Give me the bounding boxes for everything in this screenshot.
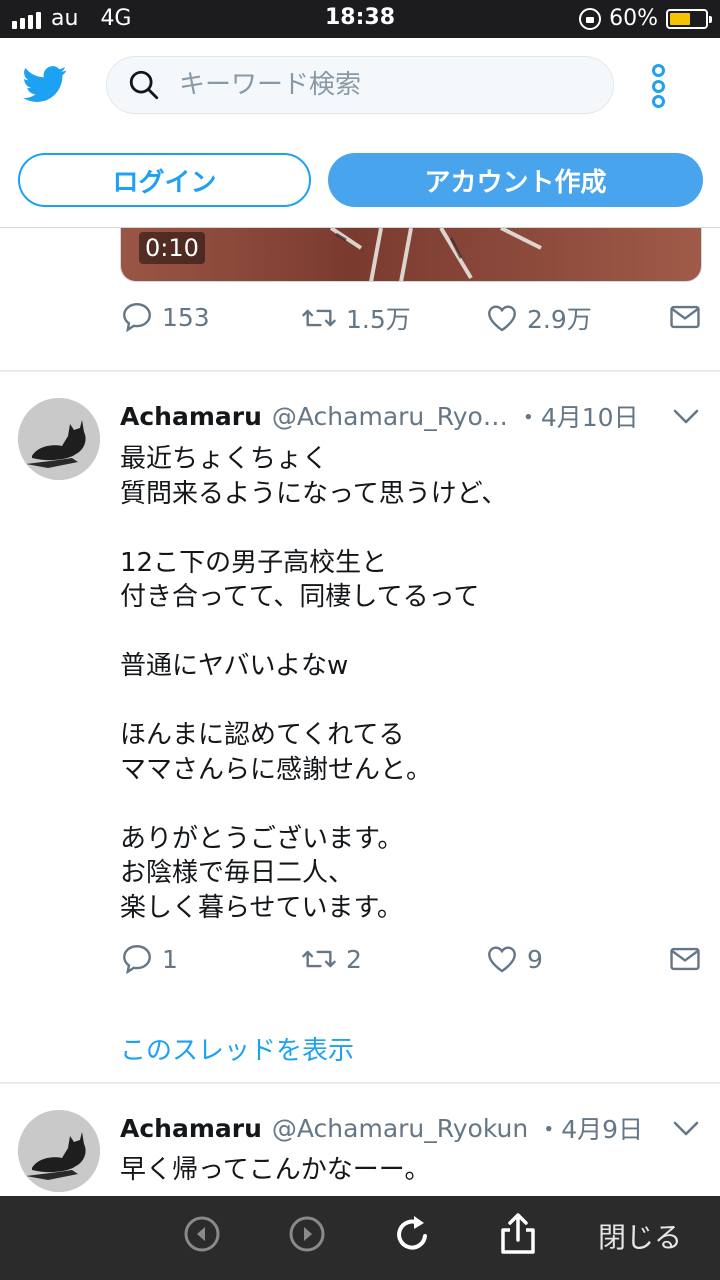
search-icon	[129, 70, 159, 100]
reply-button[interactable]: 1	[120, 942, 178, 976]
black-cat-avatar	[18, 1110, 100, 1192]
browser-bottom-bar: 閉じる	[0, 1196, 720, 1280]
tweet-line: 12こ下の男子高校生と	[120, 547, 388, 578]
tweet-header: Achamaru @Achamaru_Ryo… ・4月10日	[120, 398, 680, 434]
avatar[interactable]	[18, 398, 100, 480]
retweet-icon	[302, 950, 336, 968]
prev-tweet-actions: 153 1.5万 2.9万	[120, 300, 705, 340]
reply-count: 153	[162, 302, 210, 332]
retweet-button[interactable]: 1.5万	[300, 300, 411, 336]
author-handle[interactable]: @Achamaru_Ryo…	[272, 402, 508, 431]
more-options-icon[interactable]	[648, 64, 668, 108]
battery-percent: 60%	[609, 6, 658, 31]
heart-icon	[488, 946, 516, 973]
tweet-divider	[0, 370, 720, 372]
author-name[interactable]: Achamaru	[120, 402, 262, 431]
retweet-count: 2	[346, 944, 362, 974]
login-button[interactable]: ログイン	[18, 153, 311, 207]
envelope-icon	[670, 305, 700, 329]
tweet-line: 早く帰ってこんかなーー。	[120, 1155, 431, 1185]
tweet-line: ありがとうございます。	[120, 823, 404, 854]
search-box[interactable]	[106, 56, 614, 114]
top-header: ログイン アカウント作成	[0, 38, 720, 228]
share-dm-button[interactable]	[668, 942, 702, 976]
reply-button[interactable]: 153	[120, 300, 210, 334]
tweet-line: ほんまに認めてくれてる	[120, 720, 405, 750]
tweet-line	[120, 511, 680, 546]
chevron-down-icon[interactable]	[672, 1120, 700, 1138]
avatar[interactable]	[18, 1110, 100, 1192]
video-frame	[329, 228, 542, 281]
tweet-line: 質問来るようになって思うけど、	[120, 478, 508, 509]
retweet-count: 1.5万	[346, 305, 411, 334]
battery-icon	[666, 8, 712, 29]
back-icon[interactable]	[182, 1214, 222, 1254]
search-input[interactable]	[179, 70, 579, 100]
author-name[interactable]: Achamaru	[120, 1114, 262, 1143]
tweet-line: 普通にヤバいよなw	[120, 651, 349, 681]
tweet-divider	[0, 1082, 720, 1084]
heart-icon	[488, 305, 516, 332]
black-cat-avatar	[18, 398, 100, 480]
tweet-line: 楽しく暮らせています。	[120, 892, 403, 923]
retweet-icon	[302, 309, 336, 327]
show-thread-link[interactable]: このスレッドを表示	[120, 1030, 354, 1067]
like-button[interactable]: 2.9万	[485, 300, 592, 336]
envelope-icon	[670, 947, 700, 971]
chevron-down-icon[interactable]	[672, 408, 700, 426]
signup-button[interactable]: アカウント作成	[328, 153, 703, 207]
forward-icon[interactable]	[287, 1214, 327, 1254]
reply-count: 1	[162, 944, 178, 974]
tweet-text: 最近ちょくちょく 質問来るようになって思うけど、 12こ下の男子高校生と 付き合…	[120, 442, 680, 925]
like-count: 9	[527, 944, 543, 974]
reply-icon	[123, 945, 151, 975]
tweet-actions: 1 2 9	[120, 942, 705, 982]
like-count: 2.9万	[527, 305, 592, 334]
share-icon[interactable]	[498, 1212, 538, 1256]
tweet-line: ママさんらに感謝せんと。	[120, 754, 433, 785]
tweet-line	[120, 615, 680, 650]
video-duration: 0:10	[139, 232, 205, 264]
orientation-lock-icon	[579, 7, 602, 30]
tweet-header: Achamaru @Achamaru_Ryokun ・4月9日	[120, 1110, 680, 1146]
share-dm-button[interactable]	[668, 300, 702, 334]
status-bar: au 4G 18:38 60%	[0, 0, 720, 38]
author-handle[interactable]: @Achamaru_Ryokun	[272, 1114, 528, 1143]
retweet-button[interactable]: 2	[300, 942, 362, 976]
tweet-line: 最近ちょくちょく	[120, 444, 329, 474]
reload-icon[interactable]	[392, 1212, 434, 1256]
tweet-text: 早く帰ってこんかなーー。	[120, 1153, 680, 1188]
tweet-date[interactable]: ・4月9日	[536, 1110, 643, 1146]
reply-icon	[123, 303, 151, 333]
tweet-line	[120, 684, 680, 719]
status-right: 60%	[579, 6, 712, 31]
twitter-bird-icon[interactable]	[20, 62, 70, 106]
video-thumbnail[interactable]: 0:10	[120, 228, 702, 282]
tweet-line: お陰様で毎日二人、	[120, 858, 355, 888]
tweet-line: 付き合ってて、同棲してるって	[120, 582, 480, 612]
tweet-line	[120, 787, 680, 822]
tweet-date[interactable]: ・4月10日	[516, 398, 639, 434]
close-button[interactable]: 閉じる	[598, 1216, 682, 1256]
like-button[interactable]: 9	[485, 942, 543, 976]
